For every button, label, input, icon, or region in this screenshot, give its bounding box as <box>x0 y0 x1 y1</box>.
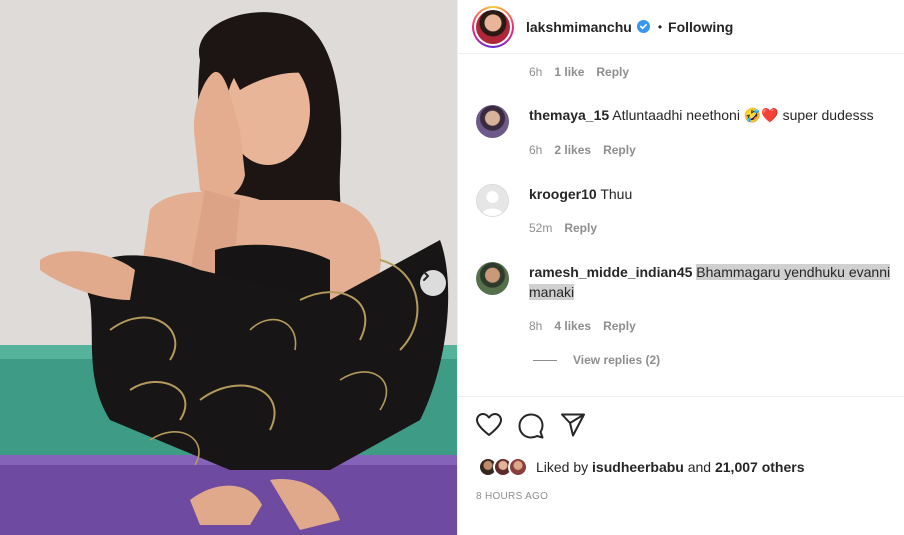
comment-meta: 6h 1 like Reply <box>529 65 629 79</box>
replies-divider <box>533 359 557 361</box>
separator-dot: • <box>657 19 663 34</box>
post-photo[interactable] <box>0 0 457 535</box>
comment-likes[interactable]: 2 likes <box>554 143 591 157</box>
comment-likes[interactable]: 4 likes <box>554 319 591 333</box>
comment-body: themaya_15 Atluntaadhi neethoni 🤣❤️ supe… <box>529 105 874 138</box>
comment-text: Atluntaadhi neethoni 🤣❤️ super dudesss <box>612 107 874 123</box>
comment-meta: 8h 4 likes Reply <box>529 319 636 333</box>
author-username[interactable]: lakshmimanchu <box>526 19 632 35</box>
commenter-username[interactable]: krooger10 <box>529 186 597 202</box>
default-avatar-icon <box>481 191 504 216</box>
comments-list[interactable]: 6h 1 like Reply themaya_15 Atluntaadhi n… <box>458 55 904 395</box>
post-timestamp[interactable]: 8 HOURS AGO <box>476 491 548 502</box>
liked-by-others[interactable]: 21,007 others <box>715 459 805 475</box>
comment-time: 6h <box>529 65 543 79</box>
comment-item: themaya_15 Atluntaadhi neethoni 🤣❤️ supe… <box>476 105 874 138</box>
heart-icon[interactable] <box>476 413 502 439</box>
view-replies-button[interactable]: View replies (2) <box>533 353 660 367</box>
comment-meta: 6h 2 likes Reply <box>529 143 636 157</box>
liker-avatars <box>478 457 528 477</box>
liked-by-prefix: Liked by <box>536 459 589 475</box>
author-avatar-image <box>476 9 510 44</box>
comment-reply-button[interactable]: Reply <box>564 221 597 235</box>
comment-meta: 52m Reply <box>529 221 597 235</box>
verified-badge-icon <box>636 20 650 33</box>
commenter-avatar[interactable] <box>476 105 509 138</box>
comment-reply-button[interactable]: Reply <box>603 143 636 157</box>
commenter-username[interactable]: themaya_15 <box>529 107 609 123</box>
commenter-avatar[interactable] <box>476 184 509 217</box>
post-actions: Liked by isudheerbabu and 21,007 others … <box>458 396 904 535</box>
comment-body: ramesh_midde_indian45 Bhammagaru yendhuk… <box>529 262 904 302</box>
comment-item: krooger10 Thuu <box>476 184 632 217</box>
comment-icon[interactable] <box>518 413 544 439</box>
action-icons <box>476 413 586 439</box>
share-icon[interactable] <box>560 413 586 439</box>
liked-by-and: and <box>687 459 712 475</box>
comment-reply-button[interactable]: Reply <box>603 319 636 333</box>
comment-time: 6h <box>529 143 543 157</box>
liked-by-user[interactable]: isudheerbabu <box>592 459 684 475</box>
liker-avatar[interactable] <box>508 457 528 477</box>
comment-body: krooger10 Thuu <box>529 184 632 217</box>
view-replies-label: View replies (2) <box>573 353 661 367</box>
comment-likes[interactable]: 1 like <box>554 65 584 79</box>
yoga-photo-illustration <box>0 0 457 535</box>
comment-text: Thuu <box>600 186 633 202</box>
post-side-panel: lakshmimanchu • Following 6h 1 like Repl… <box>457 0 904 535</box>
likes-summary: Liked by isudheerbabu and 21,007 others <box>478 457 804 477</box>
comment-item: ramesh_midde_indian45 Bhammagaru yendhuk… <box>476 262 904 302</box>
comment-time: 52m <box>529 221 553 235</box>
commenter-username[interactable]: ramesh_midde_indian45 <box>529 264 692 280</box>
following-button[interactable]: Following <box>668 19 733 35</box>
post-header: lakshmimanchu • Following <box>458 0 904 54</box>
comment-reply-button[interactable]: Reply <box>596 65 629 79</box>
comment-time: 8h <box>529 319 543 333</box>
next-photo-button[interactable] <box>420 270 446 296</box>
author-avatar[interactable] <box>472 5 514 48</box>
commenter-avatar[interactable] <box>476 262 509 295</box>
